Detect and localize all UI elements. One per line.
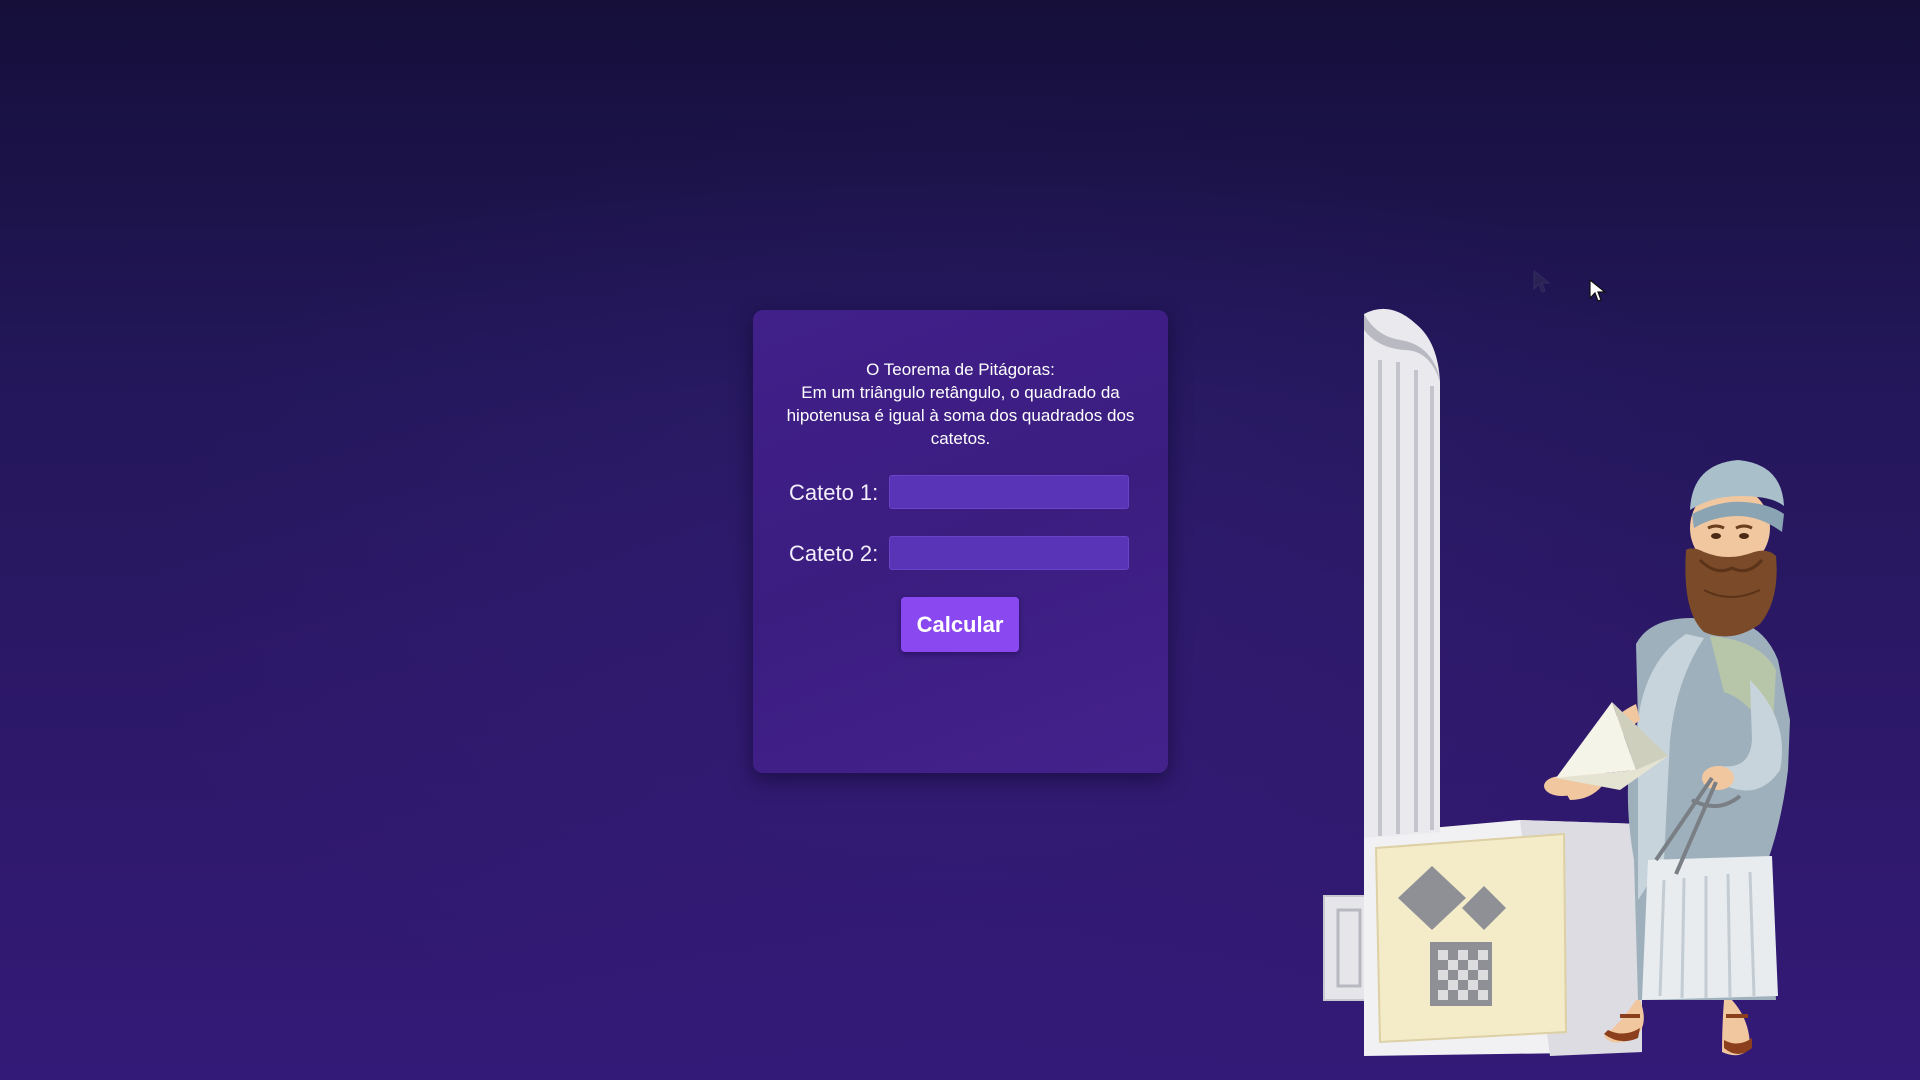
cursor-icon: [1533, 270, 1551, 293]
cursor-icon: [1589, 279, 1607, 302]
theorem-description: O Teorema de Pitágoras: Em um triângulo …: [773, 358, 1148, 450]
head-icon: [1685, 460, 1784, 637]
cateto-1-label: Cateto 1:: [789, 480, 879, 505]
pedestal-icon: [1323, 820, 1642, 1056]
theorem-title: O Teorema de Pitágoras:: [866, 360, 1055, 379]
cateto-2-input[interactable]: [889, 536, 1129, 570]
pythagoras-icon: [1323, 308, 1790, 1056]
calculator-card: O Teorema de Pitágoras: Em um triângulo …: [753, 310, 1168, 773]
calculate-button[interactable]: Calcular: [901, 597, 1019, 652]
cateto-1-row: Cateto 1:: [753, 475, 1168, 511]
cateto-2-label: Cateto 2:: [789, 541, 879, 566]
column-icon: [1364, 308, 1440, 838]
theorem-text: Em um triângulo retângulo, o quadrado da…: [786, 383, 1135, 448]
cateto-2-row: Cateto 2:: [753, 536, 1168, 572]
cateto-1-input[interactable]: [889, 475, 1129, 509]
